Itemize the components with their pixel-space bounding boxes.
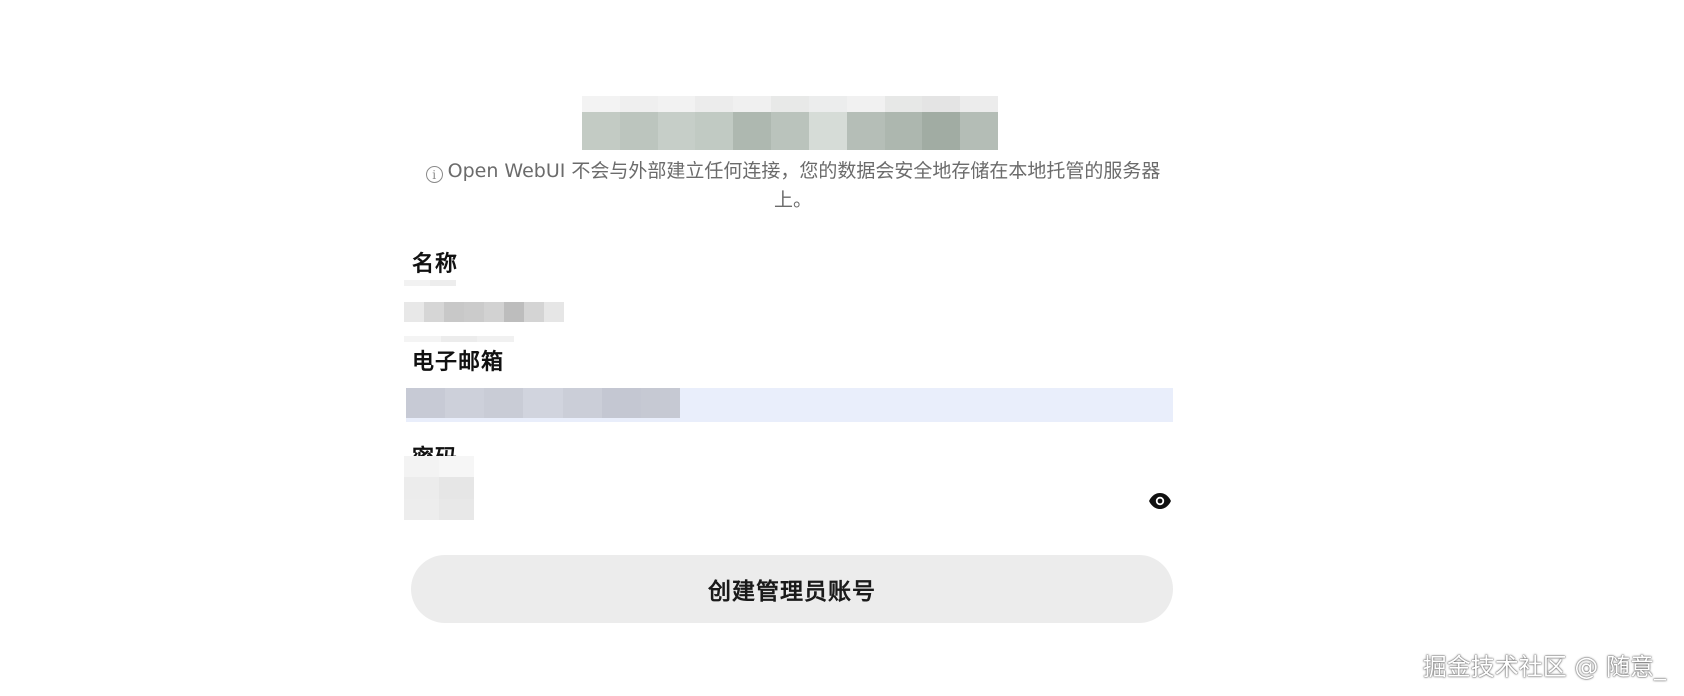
name-value-obscured-bottom	[404, 336, 514, 342]
watermark: 掘金技术社区 @ 随意_	[1422, 653, 1666, 681]
app-title-obscured	[582, 96, 998, 150]
email-label: 电子邮箱	[412, 350, 505, 375]
name-value-obscured	[404, 302, 564, 322]
name-value-obscured-top	[404, 280, 456, 286]
info-circle-icon: i	[425, 166, 443, 183]
name-input[interactable]	[404, 280, 1174, 342]
create-admin-account-button[interactable]: 创建管理员账号	[411, 555, 1173, 623]
email-value-obscured	[406, 388, 680, 418]
password-input[interactable]	[404, 456, 1174, 520]
privacy-notice: i Open WebUI 不会与外部建立任何连接，您的数据会安全地存储在本地托管的…	[410, 157, 1176, 215]
password-value-obscured	[404, 456, 474, 520]
email-input[interactable]	[406, 388, 1173, 422]
name-label: 名称	[412, 252, 459, 277]
eye-icon[interactable]	[1148, 489, 1172, 513]
signup-page: i Open WebUI 不会与外部建立任何连接，您的数据会安全地存储在本地托管的…	[0, 0, 1684, 696]
privacy-notice-text: Open WebUI 不会与外部建立任何连接，您的数据会安全地存储在本地托管的服…	[447, 160, 1161, 211]
